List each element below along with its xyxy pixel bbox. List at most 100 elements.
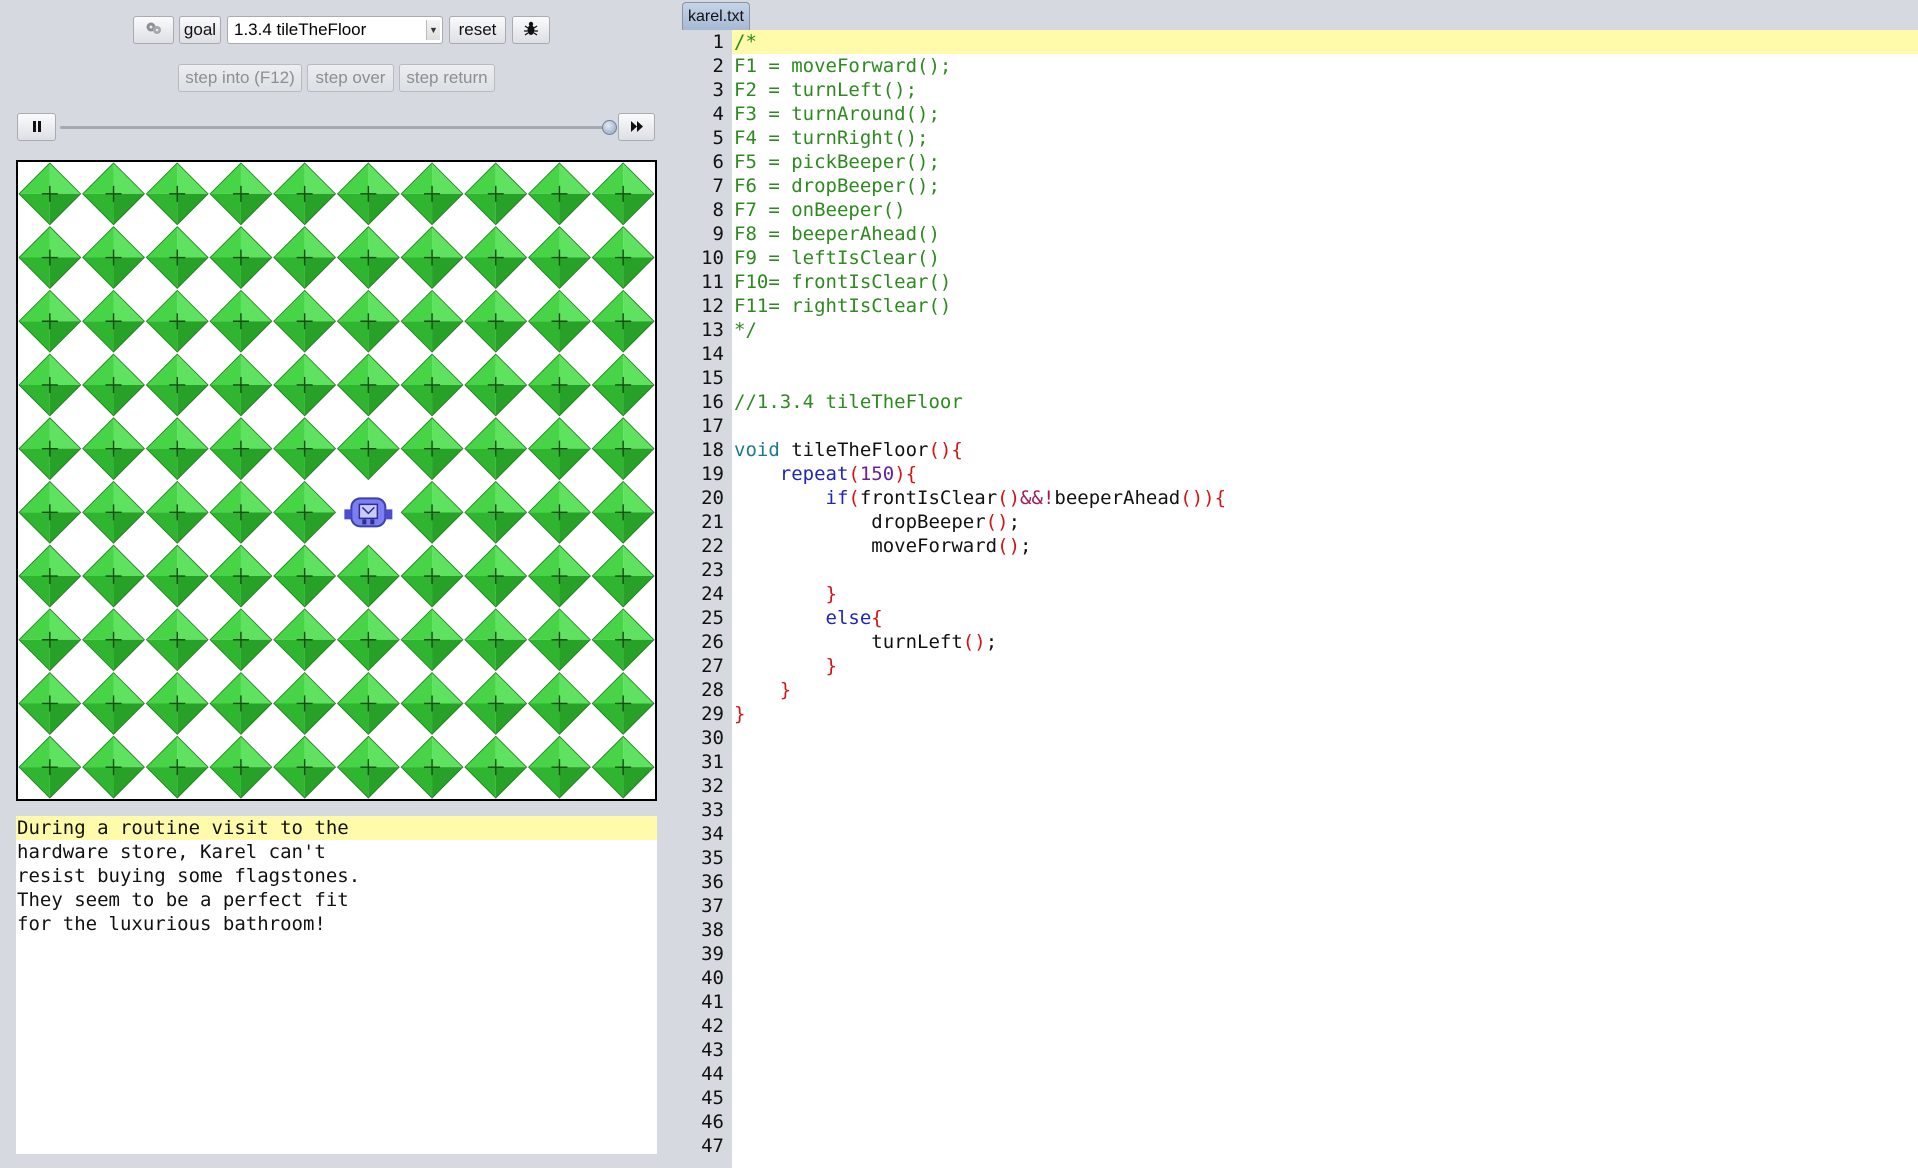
code-line[interactable]: } [732,654,1918,678]
code-line[interactable]: void tileTheFloor(){ [732,438,1918,462]
line-number: 3 [712,79,724,101]
code-line[interactable] [732,1134,1918,1158]
code-line[interactable]: } [732,702,1918,726]
code-line[interactable]: repeat(150){ [732,462,1918,486]
code-line[interactable]: F1 = moveForward(); [732,54,1918,78]
fast-forward-button[interactable] [618,113,655,141]
code-line[interactable] [732,918,1918,942]
code-line[interactable] [732,414,1918,438]
code-line[interactable]: F9 = leftIsClear() [732,246,1918,270]
beeper-tile [82,289,145,353]
code-line[interactable]: moveForward(); [732,534,1918,558]
beeper-tile [400,417,464,481]
beeper-tile [145,353,209,417]
pause-icon [32,117,42,137]
code-line[interactable]: } [732,582,1918,606]
beeper-tile [336,417,400,481]
code-line[interactable]: F4 = turnRight(); [732,126,1918,150]
story-line: During a routine visit to the [16,816,657,840]
code-line[interactable] [732,870,1918,894]
tab-karel-txt[interactable]: karel.txt [682,2,750,30]
beeper-tile [145,226,209,289]
line-number: 33 [701,799,724,821]
beeper-tile [209,735,273,799]
line-number: 26 [701,631,724,653]
beeper-tile [273,226,337,289]
line-number: 39 [701,943,724,965]
code-line[interactable]: if(frontIsClear()&&!beeperAhead()){ [732,486,1918,510]
code-line[interactable]: turnLeft(); [732,630,1918,654]
code-line[interactable] [732,1086,1918,1110]
beeper-tile [591,353,655,417]
reset-button[interactable]: reset [449,16,506,44]
code-line[interactable]: */ [732,318,1918,342]
code-line[interactable] [732,342,1918,366]
speed-slider-track[interactable] [60,126,610,129]
beeper-tile [464,226,528,289]
line-number: 14 [701,343,724,365]
code-line[interactable] [732,726,1918,750]
line-number: 1 [712,31,724,53]
speed-slider-thumb[interactable] [602,120,617,135]
step-return-button[interactable]: step return [399,64,495,92]
line-number: 12 [701,295,724,317]
code-line[interactable]: F11= rightIsClear() [732,294,1918,318]
code-line[interactable]: F3 = turnAround(); [732,102,1918,126]
beeper-tile [18,289,82,353]
beeper-tile [400,480,464,544]
level-select[interactable]: 1.3.4 tileTheFloor ▼ [227,16,443,44]
code-line[interactable] [732,942,1918,966]
code-line[interactable] [732,822,1918,846]
code-line[interactable]: F8 = beeperAhead() [732,222,1918,246]
code-editor[interactable]: 1 2 3 4 5 6 7 8 9 10 11 12 13 14 15 16 17 18 19 20 21 22 23 24 2… [672,30,1918,1168]
code-line[interactable]: dropBeeper(); [732,510,1918,534]
beeper-tile [273,735,337,799]
code-line[interactable] [732,366,1918,390]
code-line[interactable]: } [732,678,1918,702]
beeper-tile [400,162,464,226]
tab-bar: karel.txt [672,0,1918,30]
code-line[interactable]: F10= frontIsClear() [732,270,1918,294]
code-line[interactable]: /* [732,30,1918,54]
beeper-tile [400,353,464,417]
code-line[interactable] [732,1062,1918,1086]
code-line[interactable]: //1.3.4 tileTheFloor [732,390,1918,414]
code-line[interactable] [732,894,1918,918]
code-line[interactable] [732,1110,1918,1134]
code-line[interactable] [732,990,1918,1014]
beeper-tile [18,353,82,417]
code-line[interactable] [732,774,1918,798]
line-number-gutter: 1 2 3 4 5 6 7 8 9 10 11 12 13 14 15 16 17 18 19 20 21 22 23 24 2… [672,30,732,1168]
goal-button[interactable]: goal [179,16,221,44]
beeper-tile [464,480,528,544]
code-line[interactable] [732,1014,1918,1038]
code-line[interactable] [732,1038,1918,1062]
code-line[interactable]: F6 = dropBeeper(); [732,174,1918,198]
beeper-tile [209,608,273,672]
code-line[interactable] [732,798,1918,822]
step-over-button[interactable]: step over [307,64,394,92]
line-number: 24 [701,583,724,605]
code-line[interactable] [732,558,1918,582]
beeper-tile [464,289,528,353]
code-line[interactable]: F5 = pickBeeper(); [732,150,1918,174]
code-area[interactable]: /* F1 = moveForward(); F2 = turnLeft(); F3 … [732,30,1918,1158]
step-into-button[interactable]: step into (F12) [178,64,302,92]
line-number: 46 [701,1111,724,1133]
story-line: for the luxurious bathroom! [17,913,326,935]
pause-button[interactable] [17,113,56,141]
code-line[interactable]: else{ [732,606,1918,630]
code-line[interactable] [732,846,1918,870]
line-number: 2 [712,55,724,77]
settings-button[interactable] [133,16,174,44]
level-select-value: 1.3.4 tileTheFloor [234,20,367,39]
debug-button[interactable] [512,16,550,44]
line-number: 5 [712,127,724,149]
code-line[interactable] [732,750,1918,774]
beeper-tile [18,672,82,735]
beeper-tile [82,162,145,226]
code-line[interactable] [732,966,1918,990]
code-line[interactable]: F7 = onBeeper() [732,198,1918,222]
line-number: 40 [701,967,724,989]
code-line[interactable]: F2 = turnLeft(); [732,78,1918,102]
